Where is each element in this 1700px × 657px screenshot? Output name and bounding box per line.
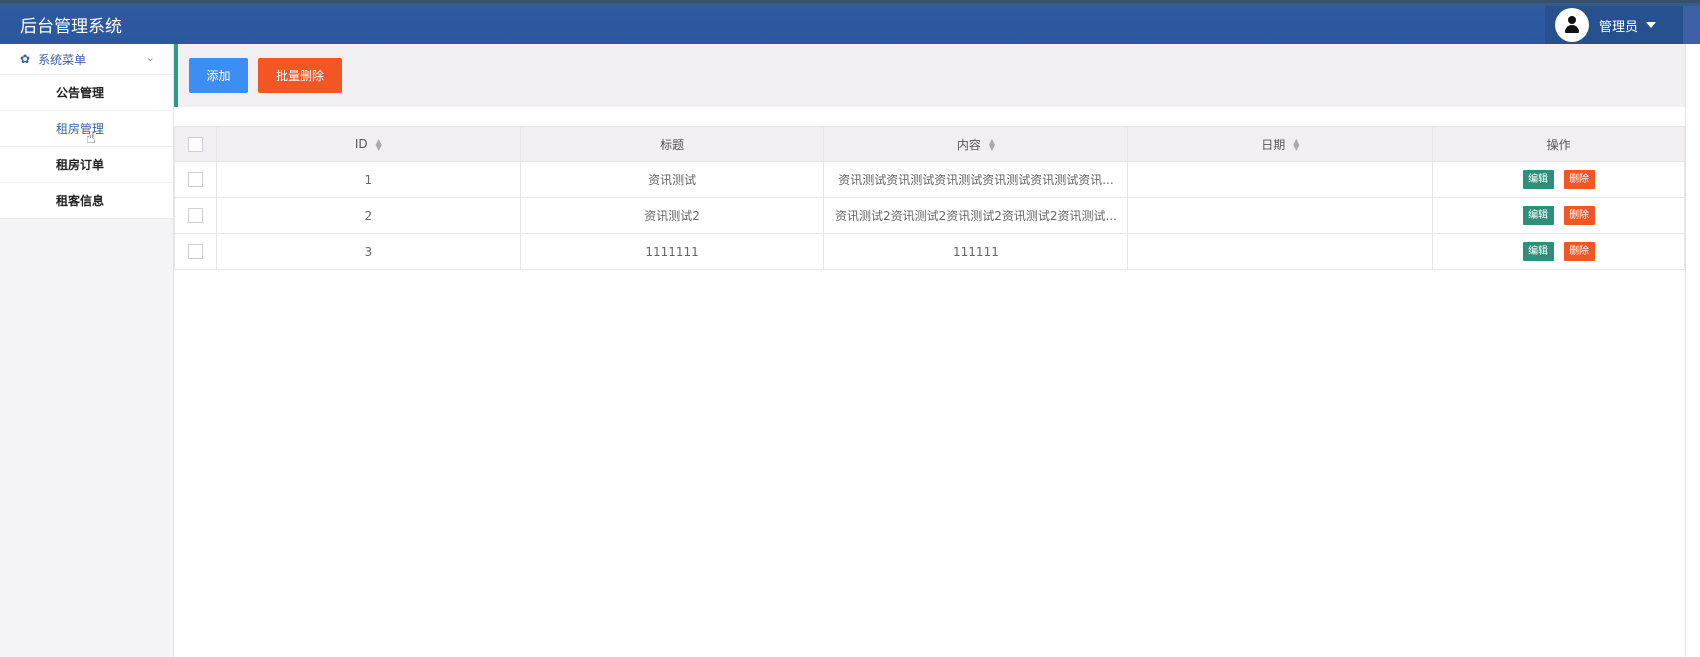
select-all-checkbox[interactable] <box>187 136 203 152</box>
sort-icon[interactable]: ▲ ▼ <box>989 138 995 152</box>
add-button[interactable]: 添加 <box>189 58 248 93</box>
cell-date <box>1127 197 1434 234</box>
sort-icon[interactable]: ▲ ▼ <box>376 137 382 151</box>
cell-title: 资讯测试2 <box>519 197 825 234</box>
col-id[interactable]: ID ▲ ▼ <box>215 126 521 162</box>
row-checkbox[interactable] <box>187 244 203 259</box>
hand-cursor-icon: ☝ <box>86 128 96 147</box>
cell-id: 1 <box>215 161 521 198</box>
cell-id: 2 <box>215 197 521 234</box>
gear-icon: ✿ <box>20 52 31 66</box>
col-actions: 操作 <box>1432 126 1685 162</box>
row-checkbox[interactable] <box>187 208 203 223</box>
table-row: 3 1111111 111111 编辑 删除 <box>174 233 1685 270</box>
row-checkbox[interactable] <box>187 172 203 187</box>
cell-date <box>1127 233 1434 270</box>
main-content: 添加 批量删除 ID ▲ ▼ 标题 内容 ▲ ▼ 日期 ▲ ▼ 操作 1 资讯测试 资讯测试… <box>174 44 1685 657</box>
header-edge <box>1683 6 1700 47</box>
user-menu[interactable]: 管理员 <box>1545 6 1683 44</box>
delete-button[interactable]: 删除 <box>1563 242 1595 261</box>
table-row: 2 资讯测试2 资讯测试2资讯测试2资讯测试2资讯测试2资讯测试... 编辑 删除 <box>174 197 1685 234</box>
data-table: ID ▲ ▼ 标题 内容 ▲ ▼ 日期 ▲ ▼ 操作 1 资讯测试 资讯测试资讯测试资讯测试… <box>174 126 1685 270</box>
cell-actions: 编辑 删除 <box>1432 161 1685 198</box>
cell-date <box>1127 161 1434 198</box>
menu-header[interactable]: ✿ 系统菜单 ⌄ <box>0 44 173 74</box>
cell-id: 3 <box>215 233 521 270</box>
batch-delete-button[interactable]: 批量删除 <box>258 58 342 93</box>
table-header-row: ID ▲ ▼ 标题 内容 ▲ ▼ 日期 ▲ ▼ 操作 <box>174 126 1685 162</box>
col-content[interactable]: 内容 ▲ ▼ <box>823 126 1129 162</box>
menu-title: 系统菜单 <box>38 52 87 67</box>
table-row: 1 资讯测试 资讯测试资讯测试资讯测试资讯测试资讯测试资讯... 编辑 删除 <box>174 161 1685 198</box>
edit-button[interactable]: 编辑 <box>1522 242 1554 261</box>
user-name: 管理员 <box>1599 19 1639 35</box>
chevron-down-icon: ⌄ <box>145 51 155 64</box>
top-header: 后台管理系统 管理员 <box>0 0 1700 47</box>
sidebar-item-notice[interactable]: 公告管理 <box>0 74 173 110</box>
col-date[interactable]: 日期 ▲ ▼ <box>1127 126 1434 162</box>
toolbar: 添加 批量删除 <box>174 44 1685 107</box>
sidebar-item-tenants[interactable]: 租客信息 <box>0 182 173 218</box>
delete-button[interactable]: 删除 <box>1563 206 1595 225</box>
cell-actions: 编辑 删除 <box>1432 197 1685 234</box>
caret-down-icon <box>1646 22 1657 28</box>
select-all-cell <box>174 126 217 162</box>
sort-icon[interactable]: ▲ ▼ <box>1293 138 1299 152</box>
app-title: 后台管理系统 <box>20 17 122 37</box>
edit-button[interactable]: 编辑 <box>1522 206 1554 225</box>
cell-content: 111111 <box>823 233 1129 270</box>
sidebar-item-orders[interactable]: 租房订单 <box>0 146 173 182</box>
user-avatar-icon <box>1555 8 1589 42</box>
cell-title: 资讯测试 <box>519 161 825 198</box>
cell-content: 资讯测试2资讯测试2资讯测试2资讯测试2资讯测试... <box>823 197 1129 234</box>
col-title: 标题 <box>519 126 825 162</box>
cell-actions: 编辑 删除 <box>1432 233 1685 270</box>
edit-button[interactable]: 编辑 <box>1522 170 1554 189</box>
cell-content: 资讯测试资讯测试资讯测试资讯测试资讯测试资讯... <box>823 161 1129 198</box>
scrollbar[interactable] <box>1685 44 1700 657</box>
delete-button[interactable]: 删除 <box>1563 170 1595 189</box>
cell-title: 1111111 <box>519 233 825 270</box>
